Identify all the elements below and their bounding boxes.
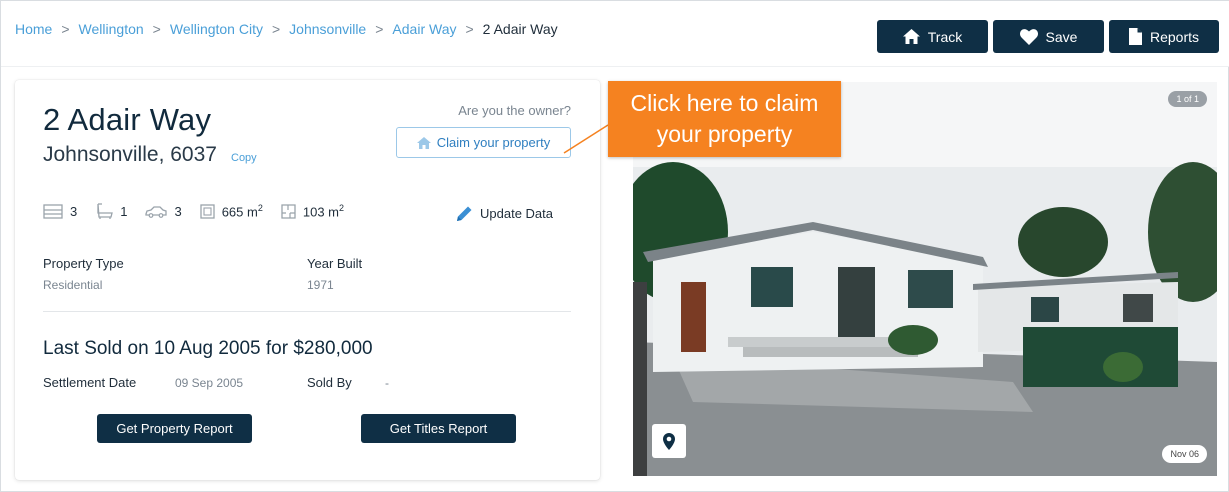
floor-area-number: 103 m: [302, 204, 339, 220]
property-type-value: Residential: [43, 278, 103, 292]
claim-property-label: Claim your property: [436, 135, 551, 150]
property-type-label: Property Type: [43, 256, 124, 271]
bedrooms-value: 3: [70, 204, 78, 219]
action-buttons: Track Save Reports: [877, 20, 1219, 53]
document-icon: [1128, 28, 1142, 45]
claim-property-callout: Click here to claim your property: [608, 81, 841, 157]
land-area-number: 665 m: [221, 204, 258, 220]
copy-address-link[interactable]: Copy: [231, 152, 257, 164]
breadcrumb-separator: >: [375, 21, 384, 37]
breadcrumb-wellington[interactable]: Wellington: [79, 21, 144, 37]
land-area-feature: 665 m2: [200, 203, 263, 220]
land-area-value: 665 m2: [222, 203, 263, 219]
reports-label: Reports: [1149, 28, 1200, 45]
floor-area-value: 103 m2: [303, 203, 344, 219]
floor-plan-icon: [281, 204, 296, 219]
settlement-date-label: Settlement Date: [43, 375, 137, 390]
claim-property-button[interactable]: Claim your property: [396, 127, 571, 158]
year-built-value: 1971: [307, 278, 334, 292]
breadcrumb-separator: >: [61, 21, 70, 37]
bed-icon: [43, 204, 63, 219]
breadcrumb-wellington-city[interactable]: Wellington City: [170, 21, 263, 37]
pencil-icon: [457, 206, 472, 221]
owner-question: Are you the owner?: [458, 103, 571, 118]
property-suburb-postcode: Johnsonville, 6037: [43, 143, 217, 166]
callout-line-2: your property: [656, 121, 793, 147]
breadcrumb-johnsonville[interactable]: Johnsonville: [289, 21, 366, 37]
sold-by-value: -: [385, 376, 389, 390]
callout-line-1: Click here to claim: [630, 90, 819, 116]
settlement-date-value: 09 Sep 2005: [175, 376, 244, 390]
property-features: 3 1 3 665 m2 103 m2: [43, 203, 362, 220]
reports-button[interactable]: Reports: [1109, 20, 1219, 53]
track-button[interactable]: Track: [877, 20, 988, 53]
breadcrumb: Home > Wellington > Wellington City > Jo…: [15, 21, 558, 37]
home-icon: [902, 29, 920, 44]
bathrooms-feature: 1: [95, 203, 127, 220]
bedrooms-feature: 3: [43, 204, 77, 219]
map-pin-icon: [663, 432, 675, 450]
floor-area-feature: 103 m2: [281, 203, 344, 220]
top-bar: Home > Wellington > Wellington City > Jo…: [1, 1, 1229, 67]
property-summary-card: 2 Adair Way Johnsonville, 6037 Copy Are …: [15, 80, 600, 480]
breadcrumb-current: 2 Adair Way: [482, 21, 558, 37]
section-divider: [43, 311, 571, 312]
area-unit-superscript: 2: [339, 203, 345, 214]
breadcrumb-adair-way[interactable]: Adair Way: [392, 21, 456, 37]
parking-feature: 3: [145, 204, 182, 219]
get-property-report-label: Get Property Report: [116, 421, 233, 436]
year-built-label: Year Built: [307, 256, 363, 271]
get-property-report-button[interactable]: Get Property Report: [97, 414, 252, 443]
car-icon: [145, 205, 168, 218]
track-label: Track: [927, 28, 963, 45]
breadcrumb-separator: >: [271, 21, 281, 37]
photo-counter-badge: 1 of 1: [1168, 91, 1207, 107]
get-titles-report-label: Get Titles Report: [389, 421, 488, 436]
bathrooms-value: 1: [120, 204, 128, 219]
house-icon: [416, 136, 431, 149]
parking-value: 3: [174, 204, 182, 219]
save-label: Save: [1045, 28, 1078, 45]
land-area-icon: [200, 204, 215, 219]
breadcrumb-home[interactable]: Home: [15, 21, 52, 37]
update-data-label: Update Data: [480, 206, 553, 221]
heart-icon: [1019, 28, 1038, 45]
page-frame: Home > Wellington > Wellington City > Jo…: [0, 0, 1229, 492]
save-button[interactable]: Save: [993, 20, 1104, 53]
update-data-button[interactable]: Update Data: [455, 204, 553, 223]
get-titles-report-button[interactable]: Get Titles Report: [361, 414, 516, 443]
last-sold-heading: Last Sold on 10 Aug 2005 for $280,000: [43, 338, 373, 359]
bath-icon: [97, 203, 114, 219]
map-pin-button[interactable]: [652, 424, 686, 458]
property-title: 2 Adair Way: [43, 102, 212, 137]
area-unit-superscript: 2: [257, 203, 263, 214]
breadcrumb-separator: >: [152, 21, 161, 37]
sold-by-label: Sold By: [307, 375, 352, 390]
breadcrumb-separator: >: [465, 21, 474, 37]
photo-date-badge: Nov 06: [1162, 445, 1207, 463]
